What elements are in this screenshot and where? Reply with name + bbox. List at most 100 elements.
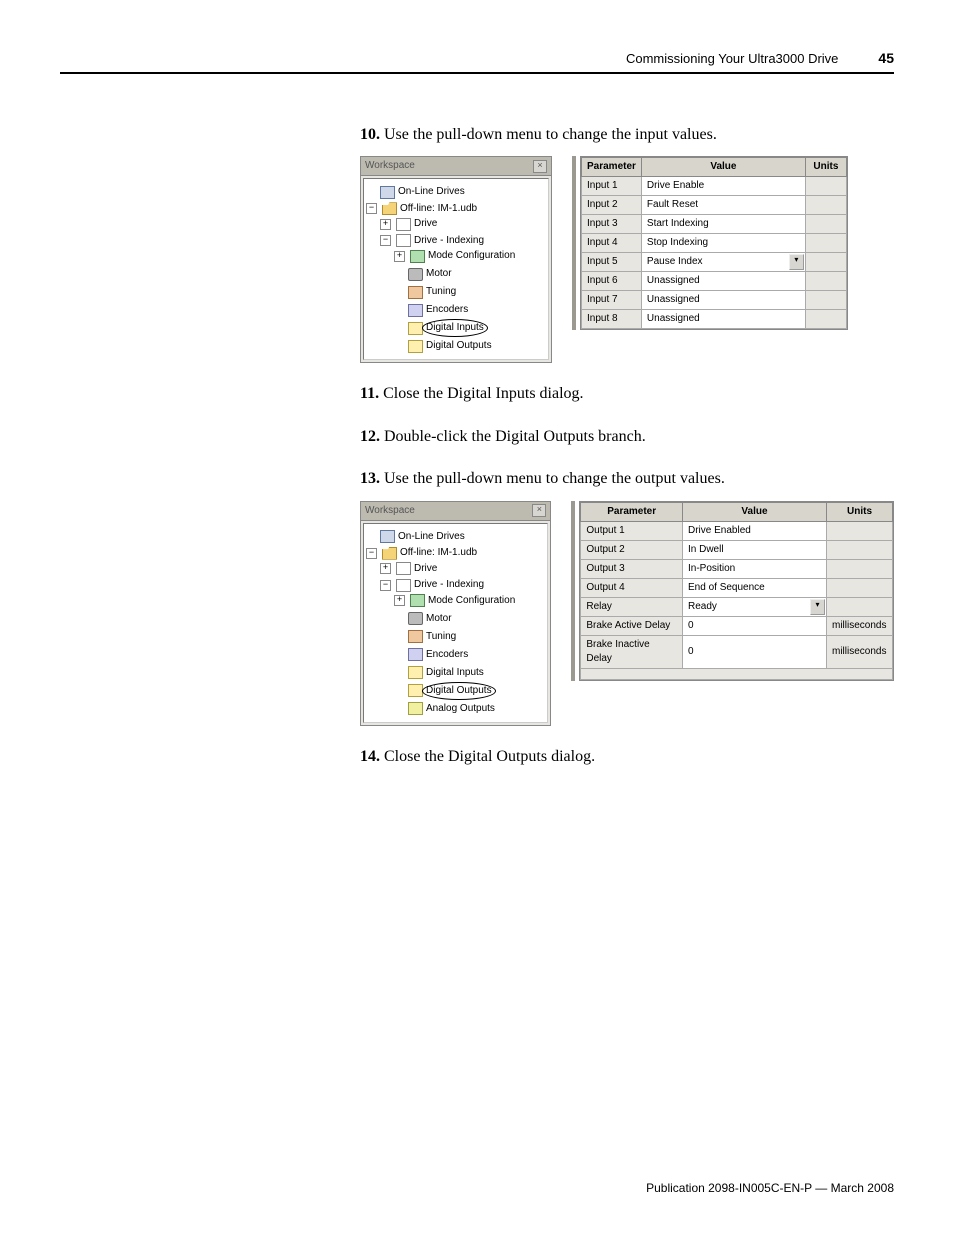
chevron-down-icon[interactable]: ▾ bbox=[789, 254, 804, 270]
cell-value-dropdown[interactable]: Pause Index▾ bbox=[641, 253, 805, 272]
col-units: Units bbox=[805, 158, 846, 177]
tree-node[interactable]: Drive - Indexing bbox=[414, 578, 484, 592]
tree-node[interactable]: Drive - Indexing bbox=[414, 234, 484, 248]
cell-units: milliseconds bbox=[827, 616, 893, 635]
header-title: Commissioning Your Ultra3000 Drive bbox=[626, 51, 838, 66]
tree-node-highlighted[interactable]: Digital Outputs bbox=[426, 684, 492, 698]
tree-node[interactable]: Encoders bbox=[426, 303, 468, 317]
tree-node[interactable]: Off-line: IM-1.udb bbox=[400, 546, 477, 560]
cell-param: Input 4 bbox=[582, 234, 642, 253]
motor-icon bbox=[408, 612, 423, 625]
step-13: 13. Use the pull-down menu to change the… bbox=[360, 468, 894, 490]
cell-param: Input 5 bbox=[582, 253, 642, 272]
expand-icon[interactable]: + bbox=[394, 595, 405, 606]
collapse-icon[interactable]: − bbox=[380, 235, 391, 246]
encoder-icon bbox=[408, 648, 423, 661]
step-number: 13. bbox=[360, 470, 380, 487]
tree-node[interactable]: Drive bbox=[414, 217, 437, 231]
cell-param: Input 2 bbox=[582, 196, 642, 215]
tree-node-highlighted[interactable]: Digital Inputs bbox=[426, 321, 484, 335]
tree-node[interactable]: Tuning bbox=[426, 285, 456, 299]
tree-node[interactable]: Mode Configuration bbox=[428, 594, 515, 608]
tree-node[interactable]: On-Line Drives bbox=[398, 185, 465, 199]
digital-outputs-icon bbox=[408, 684, 423, 697]
tree-node[interactable]: Analog Outputs bbox=[426, 702, 495, 716]
cell-param: Output 2 bbox=[581, 540, 683, 559]
cell-value[interactable]: Drive Enabled bbox=[683, 521, 827, 540]
page-header: Commissioning Your Ultra3000 Drive 45 bbox=[60, 50, 894, 74]
cell-value[interactable]: Drive Enable bbox=[641, 177, 805, 196]
module-icon bbox=[410, 594, 425, 607]
cell-units bbox=[805, 272, 846, 291]
tree-node[interactable]: Drive bbox=[414, 562, 437, 576]
collapse-icon[interactable]: − bbox=[366, 548, 377, 559]
cell-param: Brake Active Delay bbox=[581, 616, 683, 635]
encoder-icon bbox=[408, 304, 423, 317]
publication-footer: Publication 2098-IN005C-EN-P — March 200… bbox=[646, 1181, 894, 1195]
workspace-panel: Workspace × On-Line Drives −Off-line: IM… bbox=[360, 156, 552, 363]
close-icon[interactable]: × bbox=[533, 160, 547, 173]
tree-node[interactable]: Motor bbox=[426, 612, 452, 626]
cell-value[interactable]: 0 bbox=[683, 635, 827, 668]
col-units: Units bbox=[827, 502, 893, 521]
cell-units bbox=[827, 540, 893, 559]
col-value: Value bbox=[683, 502, 827, 521]
col-parameter: Parameter bbox=[581, 502, 683, 521]
cell-value[interactable]: In-Position bbox=[683, 559, 827, 578]
tree-node[interactable]: Off-line: IM-1.udb bbox=[400, 202, 477, 216]
cell-value[interactable]: Start Indexing bbox=[641, 215, 805, 234]
cell-value[interactable]: Unassigned bbox=[641, 310, 805, 329]
expand-icon[interactable]: + bbox=[380, 219, 391, 230]
step-11: 11. Close the Digital Inputs dialog. bbox=[360, 383, 894, 405]
tree-node[interactable]: Digital Inputs bbox=[426, 666, 484, 680]
motor-icon bbox=[408, 268, 423, 281]
cell-value[interactable]: Fault Reset bbox=[641, 196, 805, 215]
tree-node[interactable]: Encoders bbox=[426, 648, 468, 662]
tree-node[interactable]: Tuning bbox=[426, 630, 456, 644]
tree-node[interactable]: Mode Configuration bbox=[428, 249, 515, 263]
workspace-tree[interactable]: On-Line Drives − Off-line: IM-1.udb + Driv… bbox=[363, 523, 548, 723]
cell-value[interactable]: 0 bbox=[683, 616, 827, 635]
module-icon bbox=[410, 250, 425, 263]
digital-inputs-table: Parameter Value Units Input 1Drive Enabl… bbox=[581, 157, 847, 329]
workspace-title: Workspace bbox=[365, 504, 415, 518]
collapse-icon[interactable]: − bbox=[366, 203, 377, 214]
step-number: 11. bbox=[360, 385, 379, 402]
document-icon bbox=[396, 218, 411, 231]
step-14: 14. Close the Digital Outputs dialog. bbox=[360, 746, 894, 768]
step-text: Close the Digital Inputs dialog. bbox=[383, 385, 583, 402]
workspace-tree[interactable]: On-Line Drives − Off-line: IM-1.udb + Driv… bbox=[363, 178, 549, 360]
cell-value-dropdown[interactable]: Ready ▾ bbox=[683, 597, 827, 616]
close-icon[interactable]: × bbox=[532, 504, 546, 517]
cell-value[interactable]: Unassigned bbox=[641, 291, 805, 310]
dropdown-value: Ready bbox=[688, 601, 717, 612]
cell-units bbox=[827, 559, 893, 578]
digital-outputs-table: Parameter Value Units Output 1Drive Enab… bbox=[580, 502, 893, 669]
expand-icon[interactable]: + bbox=[394, 251, 405, 262]
cell-param: Relay bbox=[581, 597, 683, 616]
tree-node[interactable]: Digital Outputs bbox=[426, 339, 492, 353]
document-icon bbox=[396, 234, 411, 247]
cell-units bbox=[805, 310, 846, 329]
col-parameter: Parameter bbox=[582, 158, 642, 177]
document-icon bbox=[396, 579, 411, 592]
step-12: 12. Double-click the Digital Outputs bra… bbox=[360, 426, 894, 448]
cell-value[interactable]: In Dwell bbox=[683, 540, 827, 559]
tree-node[interactable]: On-Line Drives bbox=[398, 530, 465, 544]
expand-icon[interactable]: + bbox=[380, 563, 391, 574]
cell-value[interactable]: Stop Indexing bbox=[641, 234, 805, 253]
collapse-icon[interactable]: − bbox=[380, 580, 391, 591]
cell-param: Output 1 bbox=[581, 521, 683, 540]
step-text: Use the pull-down menu to change the inp… bbox=[384, 126, 717, 143]
analog-outputs-icon bbox=[408, 702, 423, 715]
drives-icon bbox=[380, 530, 395, 543]
chevron-down-icon[interactable]: ▾ bbox=[810, 599, 825, 615]
cell-param: Input 1 bbox=[582, 177, 642, 196]
step-number: 14. bbox=[360, 748, 380, 765]
cell-units bbox=[805, 177, 846, 196]
cell-value[interactable]: End of Sequence bbox=[683, 578, 827, 597]
tree-node[interactable]: Motor bbox=[426, 267, 452, 281]
cell-units: milliseconds bbox=[827, 635, 893, 668]
cell-units bbox=[805, 253, 846, 272]
cell-value[interactable]: Unassigned bbox=[641, 272, 805, 291]
